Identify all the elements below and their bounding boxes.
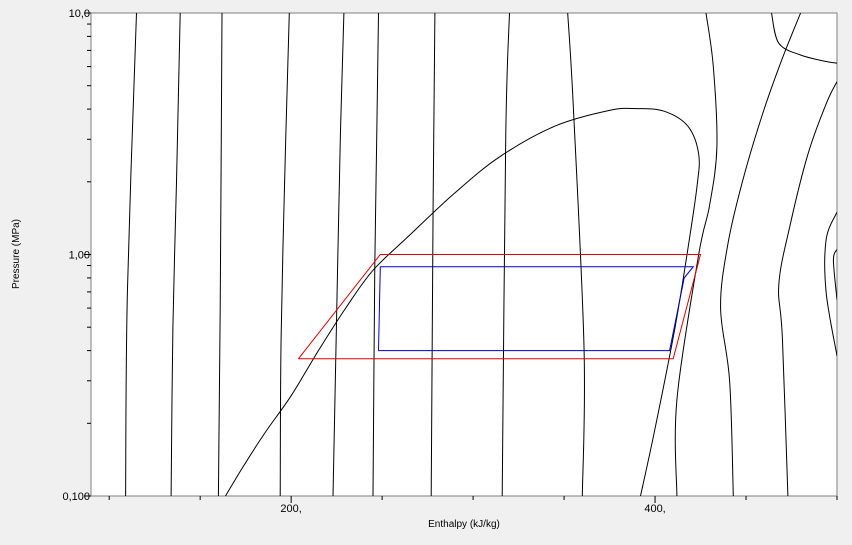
- y-tick-label: 10,0: [69, 8, 90, 20]
- x-tick-label: 400,: [644, 503, 665, 515]
- pressure-enthalpy-chart: 0,100 1,00 10,0 200, 400, Enthalpy (kJ/kg) P…: [11, 8, 838, 530]
- y-tick-label: 1,00: [69, 250, 90, 262]
- x-tick-label: 200,: [280, 503, 301, 515]
- x-axis-title: Enthalpy (kJ/kg): [428, 519, 500, 530]
- y-axis-title: Pressure (MPa): [11, 219, 22, 289]
- chart-container: 0,100 1,00 10,0 200, 400, Enthalpy (kJ/kg) P…: [0, 0, 852, 540]
- y-tick-label: 0,100: [62, 491, 90, 503]
